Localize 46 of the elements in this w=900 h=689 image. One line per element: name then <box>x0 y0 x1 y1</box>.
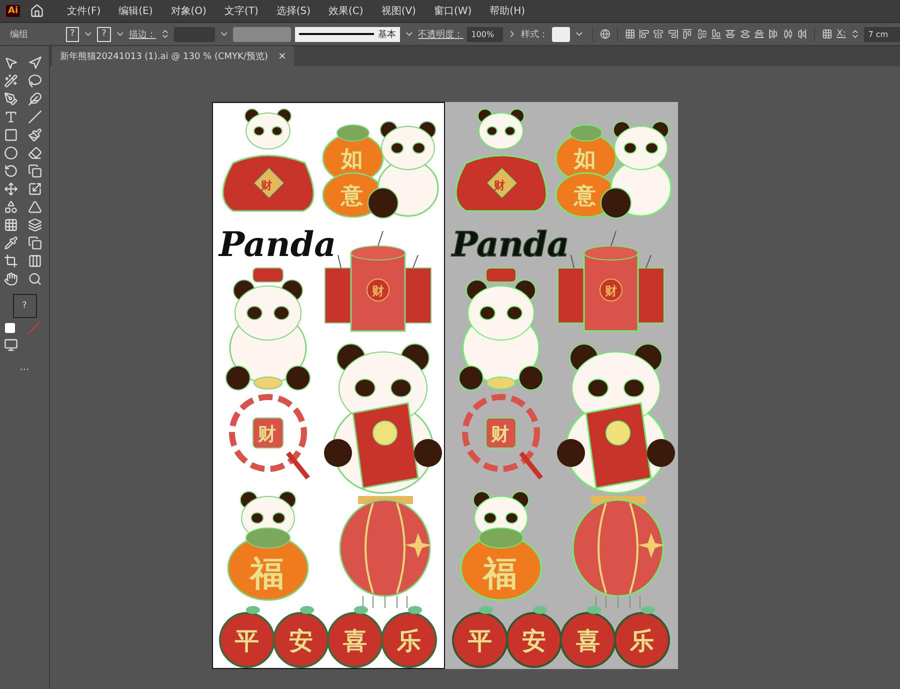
fu-character: 福 <box>483 554 517 594</box>
apple-character: 喜 <box>343 627 367 655</box>
menu-item[interactable]: 文字(T) <box>215 4 268 18</box>
knot-character: 财 <box>491 424 509 445</box>
more-tools-icon[interactable]: ... <box>20 362 30 373</box>
menu-item[interactable]: 选择(S) <box>267 4 320 18</box>
money-bag-character: 财 <box>494 179 505 192</box>
fill-stroke-swatch[interactable]: ? <box>12 294 36 318</box>
persimmon-character: 如 <box>574 147 596 172</box>
menu-item[interactable]: 视图(V) <box>372 4 425 18</box>
brush-definition-dropdown[interactable]: 基本 <box>295 26 400 42</box>
firecracker-character: 财 <box>605 284 617 298</box>
fu-character: 福 <box>250 554 284 594</box>
x-label: X: <box>836 29 846 39</box>
fill-swatch[interactable]: ? <box>66 26 80 42</box>
apple-character: 安 <box>289 627 313 655</box>
apple-character: 平 <box>235 627 259 655</box>
menu-item[interactable]: 窗口(W) <box>424 4 481 18</box>
panda-lettering: Panda <box>452 225 570 265</box>
persimmon-character: 意 <box>574 184 596 209</box>
opacity-label[interactable]: 不透明度： <box>418 28 464 40</box>
menu-item[interactable]: 效果(C) <box>320 4 372 18</box>
selection-label: 编组 <box>10 28 29 40</box>
style-label: 样式： <box>521 28 548 40</box>
stroke-label[interactable]: 描边： <box>129 28 156 40</box>
menu-item[interactable]: 对象(O) <box>162 4 216 18</box>
firecracker-character: 财 <box>372 284 384 298</box>
x-field[interactable]: 7 cm <box>864 26 900 42</box>
menu-item[interactable]: 帮助(H) <box>480 4 534 18</box>
panda-lettering: Panda <box>219 225 336 265</box>
close-icon[interactable]: × <box>278 50 286 62</box>
apple-character: 安 <box>522 627 546 655</box>
menu-item[interactable]: 编辑(E) <box>110 4 162 18</box>
apple-character: 平 <box>468 627 492 655</box>
money-bag-character: 财 <box>261 179 272 192</box>
apple-character: 喜 <box>576 627 600 655</box>
menu-item[interactable]: 文件(F) <box>58 4 110 18</box>
stroke-swatch[interactable]: ? <box>97 26 111 42</box>
knot-character: 财 <box>258 424 276 445</box>
apple-character: 乐 <box>397 627 421 655</box>
persimmon-character: 意 <box>341 184 363 209</box>
app-logo[interactable]: Ai <box>6 5 20 17</box>
document-tab[interactable]: 新年熊猫20241013 (1).ai @ 130 % (CMYK/预览) × <box>52 46 294 66</box>
opacity-field[interactable]: 100% <box>467 26 503 42</box>
apple-character: 乐 <box>630 627 654 655</box>
persimmon-character: 如 <box>341 147 363 172</box>
